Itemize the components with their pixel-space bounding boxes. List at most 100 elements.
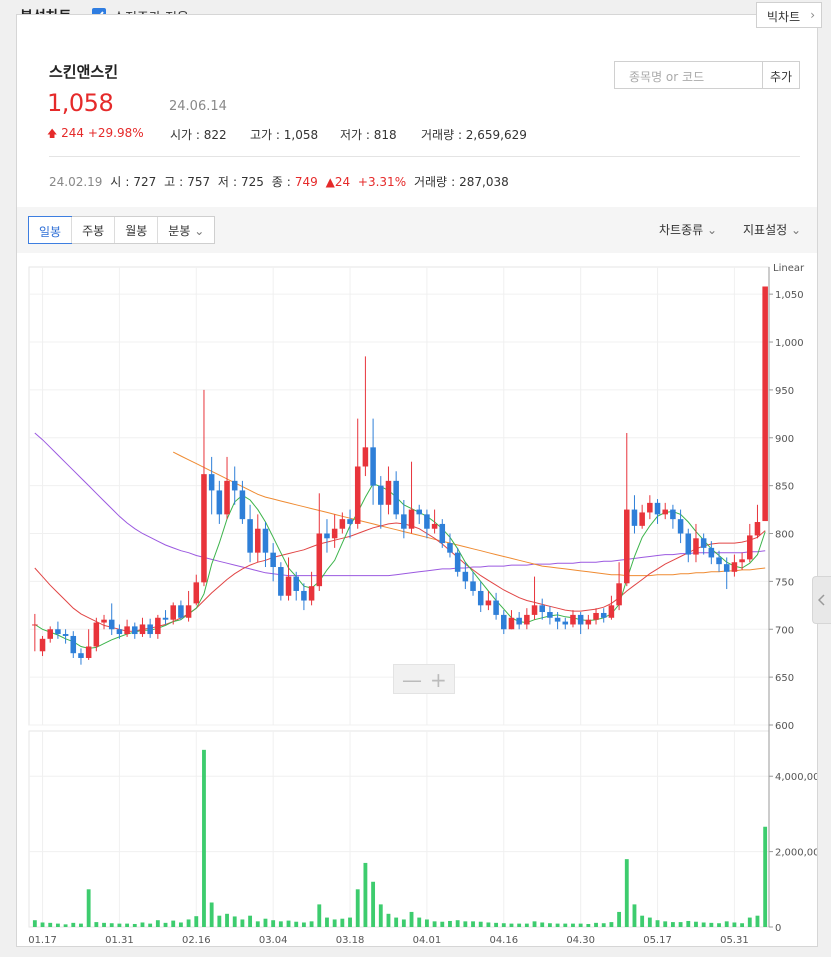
indicator-menu[interactable]: 지표설정 ⌄ (743, 221, 801, 238)
volume-bar (155, 920, 160, 927)
volume-bar (409, 911, 414, 927)
open-stat: 시가 : 822 (170, 128, 227, 142)
candle-body (762, 286, 768, 522)
period-daily[interactable]: 일봉 (28, 216, 73, 244)
candle-body (524, 614, 530, 625)
candle-body (716, 557, 722, 565)
candle-body (147, 624, 153, 635)
low-stat: 저가 : 818 (340, 128, 397, 142)
big-chart-button[interactable]: 빅차트 › (756, 2, 822, 28)
change-pct: +29.98% (87, 126, 144, 140)
side-panel-toggle[interactable] (812, 576, 831, 624)
high-stat: 고가 : 1,058 (250, 128, 319, 142)
volume-bar (517, 923, 522, 927)
zoom-in-button[interactable]: + (430, 668, 447, 692)
add-button[interactable]: 추가 (762, 61, 800, 89)
volume-value: 2,659,629 (465, 128, 527, 142)
period-monthly[interactable]: 월봉 (114, 217, 157, 243)
volume-bar (401, 919, 406, 927)
volume-bar (202, 749, 206, 927)
volume-bar (601, 923, 606, 927)
up-arrow-icon: 🡅 (47, 129, 58, 140)
candle-body (454, 552, 461, 572)
stock-chart[interactable]: 01.17 01.31 02.16 03.04 03.18 04.01 04.16 04.30… (17, 253, 817, 948)
zoom-out-button[interactable]: — (402, 668, 422, 692)
change-value: 244 (61, 126, 85, 140)
candle-body (554, 617, 561, 622)
volume-stat: 거래량 : 2,659,629 (421, 128, 527, 142)
candle-body (401, 514, 407, 529)
volume-bar (48, 922, 53, 927)
volume-bar (663, 921, 668, 927)
high-label: 고가 (250, 128, 273, 142)
volume-bar (486, 922, 491, 927)
volume-bar (555, 923, 560, 927)
volume-bar (286, 920, 291, 927)
volume-bar (363, 862, 368, 927)
candle-body (424, 514, 430, 529)
candle-body (647, 502, 653, 513)
candle-body (624, 509, 630, 584)
hover-high-label: 고 (164, 175, 176, 189)
hover-high: 757 (187, 175, 211, 189)
candle-body (347, 519, 353, 524)
volume-bar (709, 922, 714, 927)
volume-bar (278, 921, 283, 927)
x-tick-label: 03.04 (259, 935, 288, 946)
volume-bar (701, 922, 706, 927)
candle-body (416, 509, 422, 515)
candle-body (55, 629, 61, 635)
chart-toolbar: 일봉 주봉 월봉 분봉 ⌄ 차트종류 ⌄ 지표설정 ⌄ (17, 207, 817, 253)
volume-bar (524, 923, 529, 927)
candle-body (170, 605, 176, 620)
hover-change-pct: +3.31% (357, 175, 407, 189)
volume-bar (717, 923, 721, 927)
candle-body (270, 552, 276, 568)
volume-bar (432, 921, 437, 927)
volume-bar (494, 922, 499, 927)
volume-bar (209, 902, 214, 927)
volume-bar (148, 923, 153, 927)
candle-body (93, 622, 100, 647)
candle-body (162, 617, 169, 620)
candle-body (47, 629, 53, 639)
candle-body (316, 533, 323, 587)
low-value: 818 (373, 128, 397, 142)
volume-bar (309, 921, 314, 927)
chart-type-menu[interactable]: 차트종류 ⌄ (659, 221, 717, 238)
x-tick-label: 04.30 (566, 935, 595, 946)
volume-bar (340, 918, 345, 927)
candle-body (608, 605, 615, 618)
candle-body (331, 528, 338, 539)
candle-body (577, 614, 584, 625)
chart-type-label: 차트종류 (659, 223, 704, 237)
candle-body (739, 559, 745, 563)
candle-body (362, 447, 369, 467)
period-minute-label: 분봉 (168, 224, 191, 238)
volume-bar (686, 920, 691, 927)
candle-body (224, 480, 230, 515)
period-weekly[interactable]: 주봉 (71, 217, 114, 243)
volume-bar (140, 922, 145, 927)
volume-bar (271, 920, 276, 927)
volume-bar (755, 915, 760, 927)
volume-tick-label: 0 (775, 923, 781, 934)
price-tick-label: 1,050 (775, 290, 804, 301)
x-tick-label: 05.31 (720, 935, 749, 946)
volume-bar (732, 922, 737, 927)
candle-body (439, 523, 446, 544)
volume-bar (440, 921, 445, 927)
hover-close: 749 (294, 175, 318, 189)
stock-search-input[interactable]: 종목명 or 코드 (614, 61, 763, 89)
volume-bar (571, 923, 575, 927)
volume-bar (532, 921, 537, 927)
price-tick-label: 800 (775, 530, 794, 541)
candle-body (462, 571, 469, 582)
volume-bar (225, 913, 229, 927)
candle-body (32, 624, 38, 626)
volume-bar (394, 917, 399, 927)
volume-bar (255, 921, 260, 927)
current-price: 1,058 (47, 89, 114, 117)
period-minute[interactable]: 분봉 ⌄ (157, 217, 214, 243)
volume-bar (694, 921, 698, 927)
